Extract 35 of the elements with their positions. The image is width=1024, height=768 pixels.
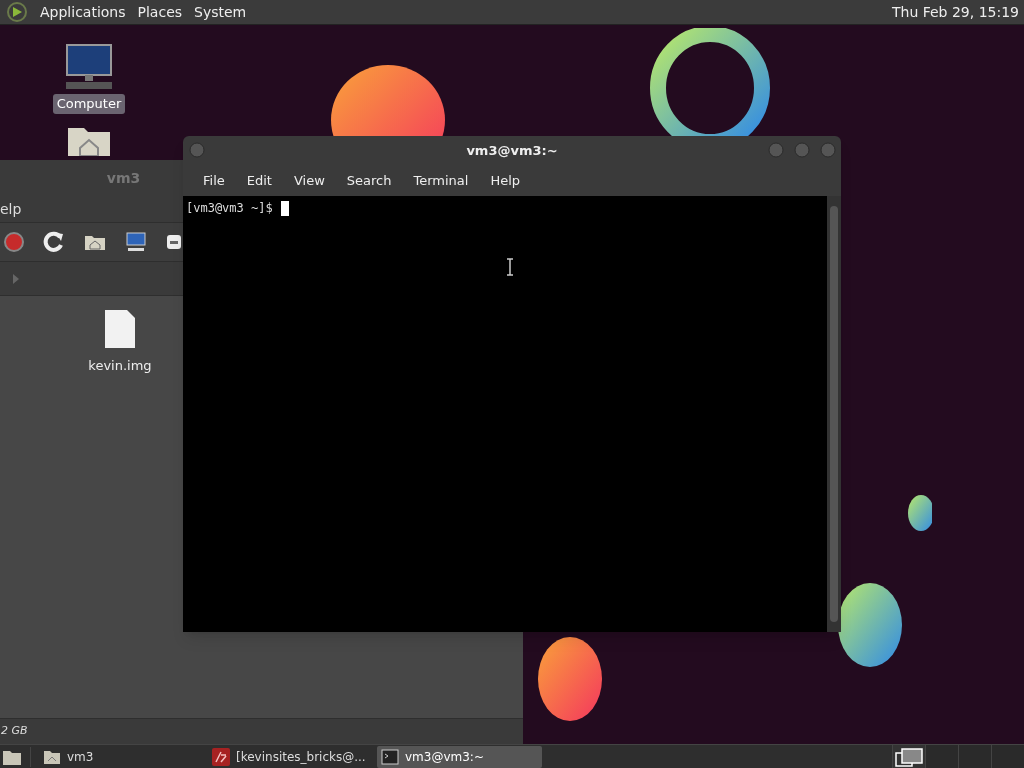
window-title: vm3@vm3:~ [466,142,558,161]
text-cursor [280,200,289,216]
menu-item[interactable]: Terminal [403,171,479,191]
computer-icon[interactable] [125,232,147,252]
file-icon[interactable] [103,308,137,350]
window-title: vm3 [106,168,141,188]
stop-icon[interactable] [4,232,24,252]
computer-icon[interactable] [64,44,114,92]
workspace-button[interactable] [892,744,925,768]
window-icon [895,746,923,767]
menu-item[interactable]: Search [336,171,402,191]
prompt-text: [vm3@vm3 ~]$ [186,200,273,217]
clock: Thu Feb 29, 15:19 [891,2,1019,22]
menu-item[interactable]: Edit [236,171,282,191]
scrollbar[interactable] [827,196,841,632]
app-icon [212,747,230,766]
menu-item[interactable]: File [193,171,235,191]
menu-item[interactable]: elp [0,198,22,220]
menu-item[interactable]: Help [480,171,531,191]
terminal-area[interactable]: [vm3@vm3 ~]$ [183,196,827,632]
taskbar-button[interactable]: vm3@vm3:~ [377,745,542,768]
reload-icon[interactable] [43,231,65,253]
drive-icon[interactable] [166,234,182,250]
taskbar-button[interactable]: vm3 [39,745,204,768]
terminal-icon [381,748,399,765]
ibeam-cursor-icon [506,258,514,276]
icon-label[interactable]: Computer [52,94,126,114]
panel-menu[interactable]: Applications [34,1,132,23]
taskbar-button[interactable]: [kevinsites_bricks@... [208,745,373,768]
status-text: 2 GB [0,723,28,740]
panel-menu[interactable]: System [188,1,253,23]
file-label[interactable]: kevin.img [88,356,152,376]
menu-item[interactable]: View [283,171,335,191]
menu-logo-icon[interactable] [7,2,27,22]
panel-menu[interactable]: Places [131,1,189,23]
